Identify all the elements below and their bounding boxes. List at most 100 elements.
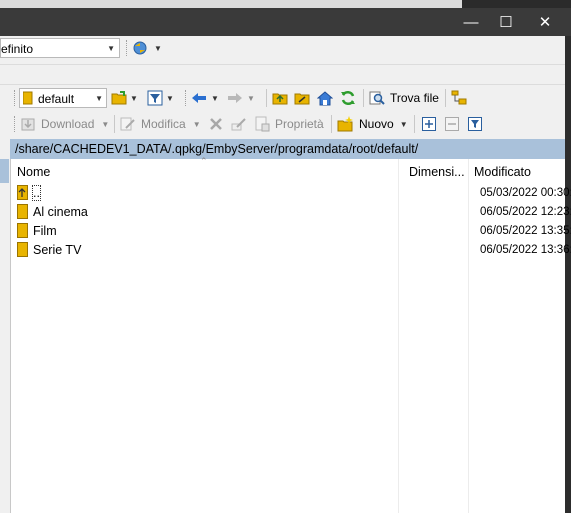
toolbar-grip [14, 90, 17, 106]
file-modified: 06/05/2022 12:23: [480, 206, 571, 218]
bookmark-combo-value: default [38, 92, 75, 106]
toolbar-separator [363, 89, 364, 107]
maximize-button[interactable]: ☐ [491, 8, 521, 36]
new-label: Nuovo [359, 117, 394, 131]
plus-box-icon [422, 117, 436, 131]
table-row[interactable]: Serie TV 06/05/2022 13:36: [17, 241, 571, 260]
tree-view-button[interactable] [451, 88, 467, 108]
refresh-button[interactable] [340, 88, 356, 108]
filter-icon [468, 117, 482, 131]
file-modified: 06/05/2022 13:36: [480, 244, 571, 256]
toolbar-grip [126, 40, 129, 56]
new-button[interactable]: Nuovo ▼ [337, 114, 408, 134]
column-header-size[interactable]: Dimensi... [409, 159, 469, 183]
chevron-down-icon: ▼ [101, 119, 110, 129]
toolbar-grip [14, 116, 17, 132]
chevron-down-icon: ▼ [130, 93, 138, 103]
parent-folder-icon [17, 185, 28, 200]
chevron-down-icon: ▼ [166, 93, 174, 103]
session-combo[interactable]: efinito ▼ [0, 38, 120, 58]
back-button[interactable]: ▼ [191, 88, 219, 108]
file-modified: 06/05/2022 13:35: [480, 225, 571, 237]
column-header-modified[interactable]: Modificato [474, 159, 571, 183]
maximize-icon: ☐ [499, 14, 513, 31]
root-folder-icon [294, 93, 310, 105]
chevron-down-icon: ▼ [107, 44, 115, 53]
sync-globe-icon [133, 41, 147, 55]
chevron-down-icon: ▼ [154, 43, 162, 53]
rename-icon [231, 118, 246, 131]
left-panel-edge [0, 159, 10, 513]
toolbar-separator [445, 89, 446, 107]
file-mask-button[interactable] [467, 114, 483, 134]
background-strip [0, 0, 571, 8]
bookmark-combo[interactable]: default ▼ [19, 88, 107, 108]
minus-box-icon [445, 117, 459, 131]
session-combo-value: efinito [1, 42, 34, 56]
path-bar[interactable]: /share/CACHEDEV1_DATA/.qpkg/EmbyServer/p… [10, 139, 565, 159]
desktop-strip [565, 36, 571, 513]
forward-button[interactable]: ▼ [227, 88, 255, 108]
folder-icon [17, 223, 28, 238]
find-files-label: Trova file [390, 91, 439, 105]
select-all-button[interactable] [421, 114, 437, 134]
column-header-modified-label: Modificato [474, 165, 531, 179]
home-icon [317, 91, 333, 106]
properties-icon [255, 116, 270, 132]
filter-icon [147, 90, 163, 106]
file-name: Serie TV [33, 243, 82, 257]
download-label: Download [41, 117, 95, 131]
file-name: .. [32, 185, 41, 201]
file-modified: 05/03/2022 00:30: [480, 187, 571, 199]
refresh-icon [341, 90, 355, 106]
close-button[interactable]: ✕ [530, 8, 560, 36]
edit-icon [120, 117, 135, 131]
home-directory-button[interactable] [317, 88, 333, 108]
download-icon [21, 118, 35, 131]
back-arrow-icon [192, 93, 206, 103]
tree-view-icon [451, 90, 467, 105]
table-row[interactable]: .. 05/03/2022 00:30: [17, 184, 571, 203]
rename-button[interactable] [231, 114, 247, 134]
folder-icon [23, 91, 33, 105]
download-button[interactable]: Download ▼ [20, 114, 109, 134]
parent-folder-icon [272, 93, 288, 105]
filter-button[interactable]: ▼ [147, 88, 174, 108]
sort-up-icon: ⌃ [200, 156, 208, 166]
properties-label: Proprietà [275, 117, 324, 131]
table-row[interactable]: Film 06/05/2022 13:35: [17, 222, 571, 241]
chevron-down-icon: ▼ [192, 119, 201, 129]
column-header-name-label: Nome [17, 165, 51, 179]
properties-button[interactable]: Proprietà [254, 114, 324, 134]
forward-arrow-icon [228, 93, 242, 103]
file-name: Film [33, 224, 57, 238]
folder-icon [17, 204, 28, 219]
close-icon: ✕ [538, 14, 552, 31]
delete-button[interactable] [208, 114, 224, 134]
chevron-down-icon: ▼ [399, 119, 408, 129]
parent-directory-button[interactable] [272, 88, 288, 108]
sync-browse-button[interactable]: ▼ [132, 38, 162, 58]
toolbar-separator [331, 115, 332, 133]
find-files-icon [369, 91, 385, 105]
unselect-all-button[interactable] [444, 114, 460, 134]
folder-icon [17, 242, 28, 257]
find-files-button[interactable]: Trova file [369, 88, 439, 108]
title-bar: — ☐ ✕ [0, 0, 571, 36]
delete-icon [210, 118, 222, 130]
edit-label: Modifica [141, 117, 186, 131]
toolbar-separator [414, 115, 415, 133]
open-directory-button[interactable]: ▼ [111, 88, 138, 108]
chevron-down-icon: ▼ [95, 94, 103, 103]
column-header-size-label: Dimensi... [409, 165, 465, 179]
root-directory-button[interactable] [294, 88, 310, 108]
edit-button[interactable]: Modifica ▼ [120, 114, 201, 134]
minimize-button[interactable]: — [456, 8, 486, 36]
toolbar-grip [185, 90, 188, 106]
minimize-icon: — [463, 13, 479, 31]
table-row[interactable]: Al cinema 06/05/2022 12:23: [17, 203, 571, 222]
chevron-down-icon: ▼ [247, 93, 255, 103]
toolbar-separator [266, 89, 267, 107]
file-name: Al cinema [33, 205, 88, 219]
file-list[interactable]: Nome ⌃ Dimensi... Modificato .. 05/03/20… [10, 156, 571, 513]
